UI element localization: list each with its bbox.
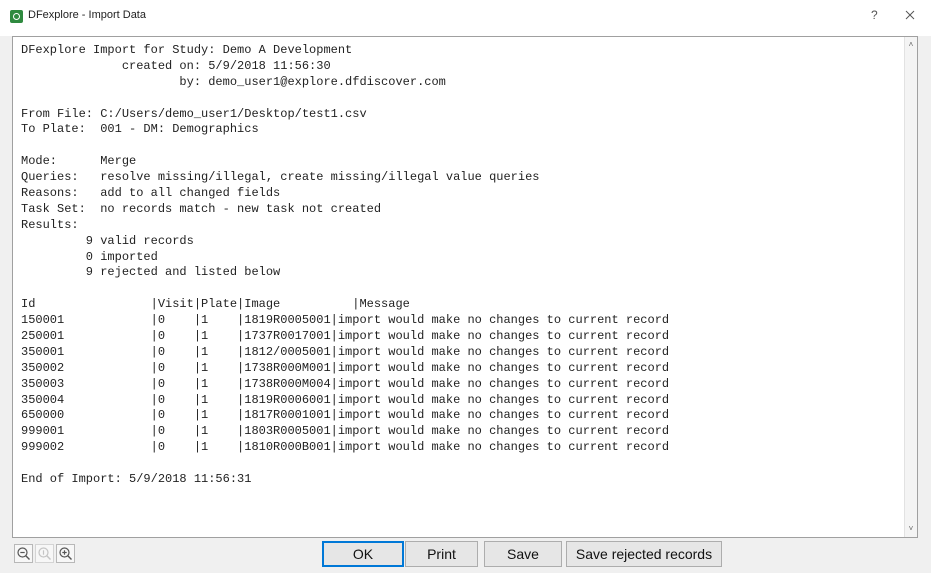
report-line: 250001 |0 |1 |1737R0017001|import would … — [21, 329, 670, 344]
app-icon — [10, 10, 23, 23]
report-line: Reasons: add to all changed fields — [21, 186, 281, 201]
import-data-dialog: DFexplore - Import Data ? DFexplore Impo… — [0, 0, 931, 573]
report-line: 350003 |0 |1 |1738R000M004|import would … — [21, 376, 670, 391]
window-title: DFexplore - Import Data — [28, 9, 146, 21]
zoom-in-icon — [59, 547, 72, 560]
vertical-scrollbar[interactable]: ˄ ˅ — [904, 37, 917, 537]
report-line — [21, 281, 901, 297]
report-line: 999001 |0 |1 |1803R0005001|import would … — [21, 424, 670, 439]
zoom-reset-icon — [38, 547, 51, 560]
close-button[interactable] — [903, 8, 917, 22]
report-line: Task Set: no records match - new task no… — [21, 201, 382, 216]
zoom-out-button[interactable] — [14, 544, 33, 563]
report-line: Mode: Merge — [21, 154, 137, 169]
report-line: From File: C:/Users/demo_user1/Desktop/t… — [21, 106, 367, 121]
scroll-up-arrow-icon[interactable]: ˄ — [907, 41, 915, 49]
print-button[interactable]: Print — [405, 541, 478, 567]
zoom-in-button[interactable] — [56, 544, 75, 563]
report-line: Queries: resolve missing/illegal, create… — [21, 170, 540, 185]
save-button[interactable]: Save — [484, 541, 562, 567]
report-line: created on: 5/9/2018 11:56:30 — [21, 58, 331, 73]
report-line — [21, 138, 901, 154]
close-icon — [905, 10, 915, 20]
report-line: Id |Visit|Plate|Image |Message — [21, 297, 410, 312]
save-rejected-records-button[interactable]: Save rejected records — [566, 541, 722, 567]
scroll-down-arrow-icon[interactable]: ˅ — [907, 525, 915, 533]
report-line: 350001 |0 |1 |1812/0005001|import would … — [21, 344, 670, 359]
report-line: 0 imported — [21, 249, 158, 264]
report-line: 350002 |0 |1 |1738R000M001|import would … — [21, 360, 670, 375]
report-line: To Plate: 001 - DM: Demographics — [21, 122, 259, 137]
report-content: DFexplore Import for Study: Demo A Devel… — [21, 43, 901, 488]
report-line: by: demo_user1@explore.dfdiscover.com — [21, 74, 446, 89]
report-line: 9 rejected and listed below — [21, 265, 281, 280]
zoom-reset-button[interactable] — [35, 544, 54, 563]
zoom-out-icon — [17, 547, 30, 560]
report-line: DFexplore Import for Study: Demo A Devel… — [21, 43, 353, 57]
ok-button[interactable]: OK — [322, 541, 404, 567]
report-line: 350004 |0 |1 |1819R0006001|import would … — [21, 392, 670, 407]
report-line: End of Import: 5/9/2018 11:56:31 — [21, 472, 252, 487]
report-line — [21, 456, 901, 472]
report-line: Results: — [21, 217, 79, 232]
report-text-area[interactable]: DFexplore Import for Study: Demo A Devel… — [12, 36, 918, 538]
title-bar: DFexplore - Import Data ? — [0, 0, 931, 36]
report-line: 9 valid records — [21, 233, 194, 248]
report-line: 150001 |0 |1 |1819R0005001|import would … — [21, 313, 670, 328]
help-button[interactable]: ? — [871, 8, 878, 22]
report-line: 999002 |0 |1 |1810R000B001|import would … — [21, 440, 670, 455]
report-line — [21, 91, 901, 107]
report-line: 650000 |0 |1 |1817R0001001|import would … — [21, 408, 670, 423]
